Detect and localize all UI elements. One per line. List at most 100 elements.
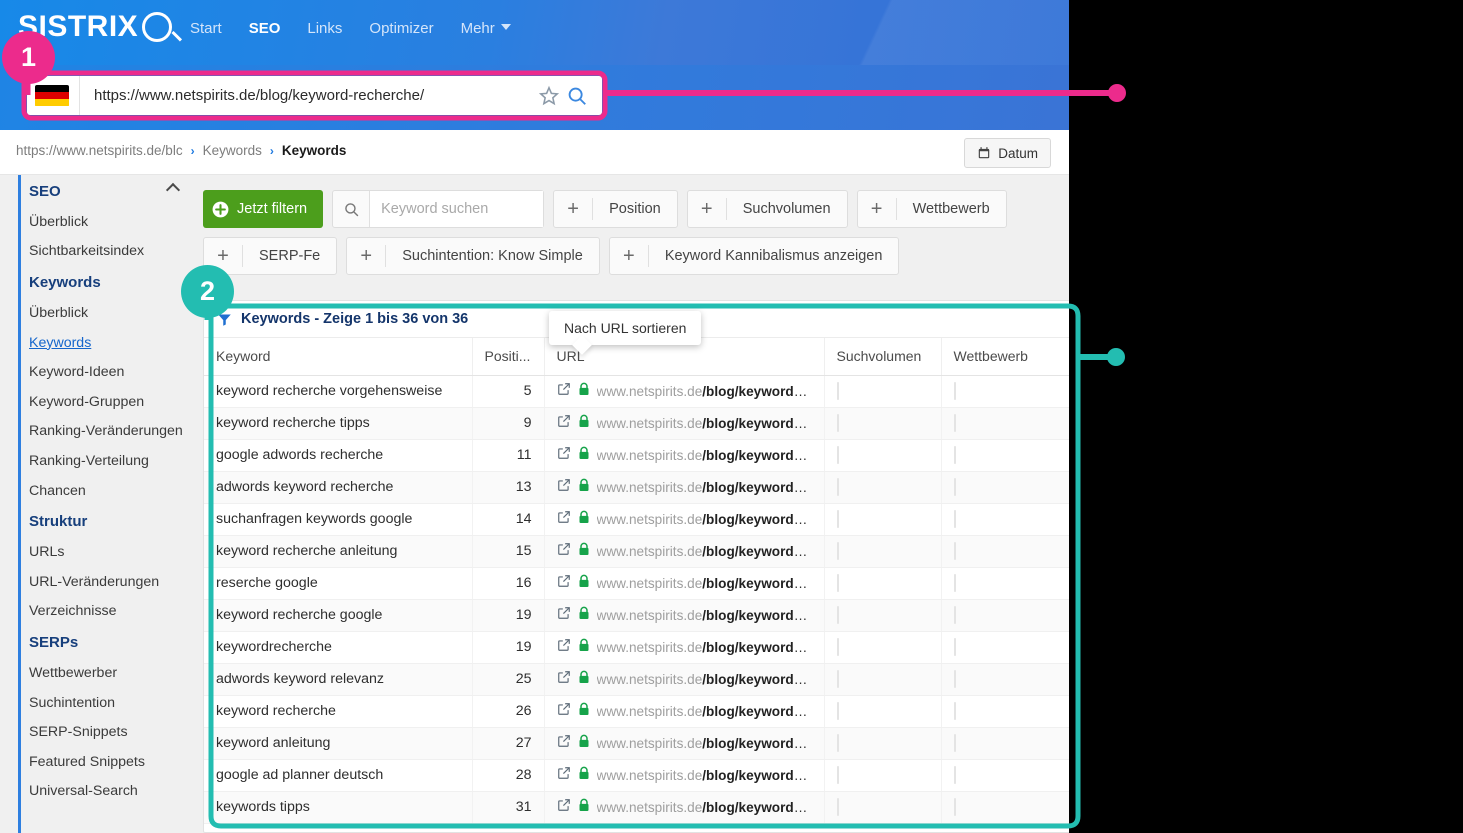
cell-keyword[interactable]: keyword recherche anleitung (204, 535, 473, 568)
sidebar-item-keywords-ueberblick[interactable]: Überblick (20, 298, 190, 328)
cell-url[interactable]: www.netspirits.de/blog/keyword-re... (544, 599, 825, 632)
table-row[interactable]: keyword recherche anleitung 15 www.netspir… (204, 535, 1069, 568)
cell-url[interactable]: www.netspirits.de/blog/keyword-re... (544, 535, 825, 568)
external-link-icon[interactable] (557, 766, 571, 784)
cell-keyword[interactable]: keyword recherche (204, 695, 473, 728)
sidebar-item-suchintention[interactable]: Suchintention (20, 688, 190, 718)
sidebar-item-ueberblick[interactable]: Überblick (20, 207, 190, 237)
nav-item-mehr[interactable]: Mehr (461, 20, 511, 37)
cell-url[interactable]: www.netspirits.de/blog/keyword-re... (544, 759, 825, 792)
cell-keyword[interactable]: keyword anleitung (204, 727, 473, 760)
cell-keyword[interactable]: keyword recherche tipps (204, 407, 473, 440)
chevron-up-icon[interactable] (165, 182, 181, 198)
sidebar-item-ranking-verteilung[interactable]: Ranking-Verteilung (20, 446, 190, 476)
external-link-icon[interactable] (557, 734, 571, 752)
cell-url[interactable]: www.netspirits.de/blog/keyword-re... (544, 631, 825, 664)
sidebar-item-ranking-veraenderungen[interactable]: Ranking-Veränderungen (20, 417, 190, 447)
external-link-icon[interactable] (557, 478, 571, 496)
external-link-icon[interactable] (557, 702, 571, 720)
cell-url[interactable]: www.netspirits.de/blog/keyword-re... (544, 567, 825, 600)
external-link-icon[interactable] (557, 446, 571, 464)
column-header-wettbewerb[interactable]: Wettbewerb (941, 338, 1069, 376)
search-icon[interactable] (566, 85, 588, 107)
keyword-search[interactable] (332, 190, 545, 228)
cell-keyword[interactable]: keywords tipps (204, 791, 473, 824)
sidebar-item-keyword-gruppen[interactable]: Keyword-Gruppen (20, 387, 190, 417)
external-link-icon[interactable] (557, 510, 571, 528)
table-row[interactable]: google ad planner deutsch 28 www.netspirit… (204, 759, 1069, 792)
filter-chip-suchintention[interactable]: + Suchintention: Know Simple (346, 237, 600, 275)
sidebar-item-keyword-ideen[interactable]: Keyword-Ideen (20, 357, 190, 387)
cell-url[interactable]: www.netspirits.de/blog/keyword-re... (544, 439, 825, 472)
filter-chip-suchvolumen[interactable]: + Suchvolumen (686, 190, 848, 228)
filter-chip-wettbewerb[interactable]: + Wettbewerb (856, 190, 1007, 228)
sidebar-item-serp-snippets[interactable]: SERP-Snippets (20, 717, 190, 747)
apply-filter-button[interactable]: Jetzt filtern (203, 190, 324, 228)
sidebar-item-chancen[interactable]: Chancen (20, 476, 190, 506)
sidebar-item-wettbewerber[interactable]: Wettbewerber (20, 658, 190, 688)
table-row[interactable]: reserche google 16 www.netspirits.de/blog/… (204, 567, 1069, 600)
cell-url[interactable]: www.netspirits.de/blog/keyword-re... (544, 471, 825, 504)
table-row[interactable]: suchanfragen keywords google 14 www.netspi… (204, 503, 1069, 536)
external-link-icon[interactable] (557, 542, 571, 560)
sidebar-group-seo[interactable]: SEO (20, 175, 190, 207)
external-link-icon[interactable] (557, 606, 571, 624)
sidebar-group-keywords[interactable]: Keywords (20, 266, 190, 298)
cell-keyword[interactable]: adwords keyword recherche (204, 471, 473, 504)
table-row[interactable]: keyword recherche 26 www.netspirits.de/blo… (204, 695, 1069, 728)
cell-url[interactable]: www.netspirits.de/blog/keyword-re... (544, 727, 825, 760)
cell-url[interactable]: www.netspirits.de/blog/keyword-re... (544, 375, 825, 408)
column-header-suchvolumen[interactable]: Suchvolumen (824, 338, 942, 376)
cell-url[interactable]: www.netspirits.de/blog/keyword-re... (544, 791, 825, 824)
cell-keyword[interactable]: keyword recherche vorgehensweise (204, 375, 473, 408)
column-header-position[interactable]: Positi... (472, 338, 545, 376)
external-link-icon[interactable] (557, 638, 571, 656)
star-icon[interactable] (538, 85, 560, 107)
external-link-icon[interactable] (557, 670, 571, 688)
nav-item-start[interactable]: Start (190, 20, 222, 37)
filter-chip-position[interactable]: + Position (553, 190, 678, 228)
nav-item-seo[interactable]: SEO (249, 20, 281, 37)
cell-keyword[interactable]: keyword recherche google (204, 599, 473, 632)
sidebar-item-urls[interactable]: URLs (20, 537, 190, 567)
table-row[interactable]: adwords keyword relevanz 25 www.netspirits… (204, 663, 1069, 696)
cell-url[interactable]: www.netspirits.de/blog/keyword-re... (544, 663, 825, 696)
sidebar-item-sichtbarkeitsindex[interactable]: Sichtbarkeitsindex (20, 237, 190, 267)
sidebar-group-serps[interactable]: SERPs (20, 626, 190, 658)
sidebar-item-keywords[interactable]: Keywords (20, 328, 190, 358)
external-link-icon[interactable] (557, 798, 571, 816)
table-row[interactable]: google adwords recherche 11 www.netspirits… (204, 439, 1069, 472)
cell-url[interactable]: www.netspirits.de/blog/keyword-re... (544, 503, 825, 536)
nav-item-optimizer[interactable]: Optimizer (369, 20, 433, 37)
external-link-icon[interactable] (557, 574, 571, 592)
sidebar-group-struktur[interactable]: Struktur (20, 505, 190, 537)
nav-item-links[interactable]: Links (307, 20, 342, 37)
table-row[interactable]: keywordrecherche 19 www.netspirits.de/blog… (204, 631, 1069, 664)
url-input[interactable]: https://www.netspirits.de/blog/keyword-r… (80, 87, 538, 104)
filter-chip-kannibalismus[interactable]: + Keyword Kannibalismus anzeigen (608, 237, 900, 275)
breadcrumb-root[interactable]: https://www.netspirits.de/blc (16, 143, 183, 158)
external-link-icon[interactable] (557, 382, 571, 400)
table-row[interactable]: keyword recherche vorgehensweise 5 www.net… (204, 375, 1069, 408)
cell-keyword[interactable]: adwords keyword relevanz (204, 663, 473, 696)
table-row[interactable]: keyword recherche google 19 www.netspirits… (204, 599, 1069, 632)
table-row[interactable]: adwords keyword recherche 13 www.netspirit… (204, 471, 1069, 504)
sidebar-item-url-veraenderungen[interactable]: URL-Veränderungen (20, 567, 190, 597)
column-header-keyword[interactable]: Keyword (204, 338, 473, 376)
cell-url[interactable]: www.netspirits.de/blog/keyword-re... (544, 407, 825, 440)
cell-keyword[interactable]: keywordrecherche (204, 631, 473, 664)
domain-search-bar[interactable]: https://www.netspirits.de/blog/keyword-r… (27, 76, 602, 115)
table-row[interactable]: keyword recherche tipps 9 www.netspirits.d… (204, 407, 1069, 440)
cell-keyword[interactable]: google adwords recherche (204, 439, 473, 472)
sidebar-item-featured-snippets[interactable]: Featured Snippets (20, 747, 190, 777)
breadcrumb-mid[interactable]: Keywords (203, 143, 262, 158)
cell-keyword[interactable]: reserche google (204, 567, 473, 600)
table-row[interactable]: keyword anleitung 27 www.netspirits.de/blo… (204, 727, 1069, 760)
sidebar-item-verzeichnisse[interactable]: Verzeichnisse (20, 597, 190, 627)
cell-keyword[interactable]: google ad planner deutsch (204, 759, 473, 792)
sidebar-item-universal-search[interactable]: Universal-Search (20, 777, 190, 807)
table-row[interactable]: keywords tipps 31 www.netspirits.de/blog/k… (204, 791, 1069, 824)
external-link-icon[interactable] (557, 414, 571, 432)
cell-url[interactable]: www.netspirits.de/blog/keyword-re... (544, 695, 825, 728)
date-button[interactable]: Datum (964, 138, 1051, 168)
